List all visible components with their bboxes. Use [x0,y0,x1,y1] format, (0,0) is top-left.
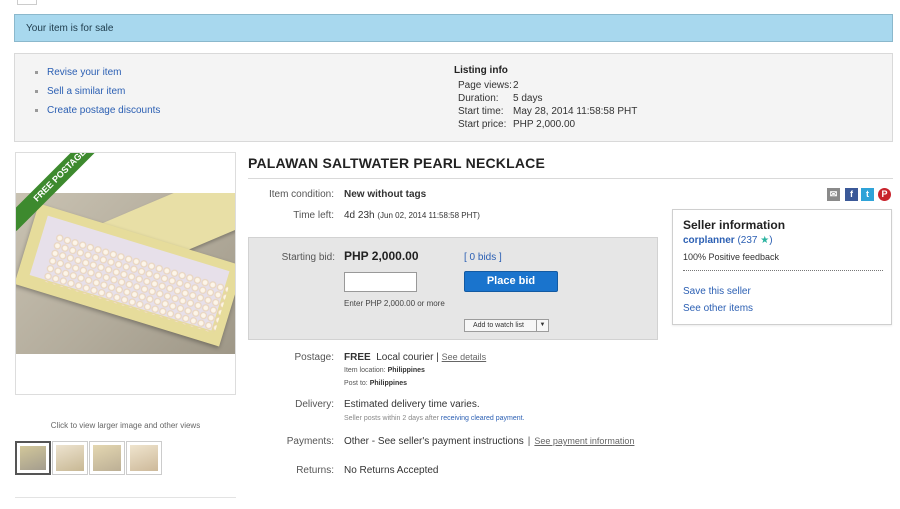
top-tab [17,0,37,5]
returns-value: No Returns Accepted [344,465,439,476]
postage-value: FREE Local courier | See details [344,352,487,363]
postage-discounts-link[interactable]: Create postage discounts [35,104,160,123]
facebook-icon[interactable]: f [845,188,858,201]
listing-info-row: Start time: May 28, 2014 11:58:58 PHT [458,106,638,117]
image-caption: Click to view larger image and other vie… [50,421,201,430]
seller-info-title: Seller information [683,218,786,232]
chevron-down-icon[interactable]: ▼ [536,319,548,332]
listing-info: Listing info Page views: 2 Duration: 5 day… [454,65,637,131]
thumbnail-3[interactable] [89,441,125,475]
see-details-link[interactable]: See details [442,352,487,362]
positive-feedback: 100% Positive feedback [683,252,780,262]
divider [683,270,883,271]
cleared-payment-link[interactable]: receiving cleared payment. [441,415,525,422]
starting-bid-label: Starting bid: [281,252,335,263]
delivery-label: Delivery: [295,399,334,410]
payment-information-link[interactable]: See payment information [534,436,634,446]
delivery-value: Estimated delivery time varies. [344,399,480,410]
pearl-necklace-photo [16,193,235,354]
item-location: Item location: Philippines [344,367,425,374]
twitter-icon[interactable]: t [861,188,874,201]
returns-label: Returns: [296,465,334,476]
postage-label: Postage: [294,352,334,363]
delivery-note: Seller posts within 2 days after receivi… [344,415,525,422]
thumbnail-2[interactable] [52,441,88,475]
pinterest-icon[interactable]: P [878,188,891,201]
main-item-image[interactable]: FREE POSTAGE [15,152,236,395]
save-seller-link[interactable]: Save this seller [683,286,751,297]
starting-bid-price: PHP 2,000.00 [344,249,419,263]
bid-amount-input[interactable] [344,272,417,292]
bullet-icon [35,109,38,112]
add-to-watch-list-button[interactable]: Add to watch list ▼ [464,319,549,332]
thumbnail-strip [15,441,162,475]
bid-hint: Enter PHP 2,000.00 or more [344,299,445,308]
seller-name-link[interactable]: corplanner [683,235,735,246]
payments-value: Other - See seller's payment instruction… [344,436,635,447]
bullet-icon [35,90,38,93]
place-bid-button[interactable]: Place bid [464,271,558,292]
star-icon: ★ [760,235,770,246]
item-title: PALAWAN SALTWATER PEARL NECKLACE [248,155,546,171]
bullet-icon [35,71,38,74]
time-left-label: Time left: [293,210,334,221]
post-to: Post to: Philippines [344,380,408,387]
revise-item-link[interactable]: Revise your item [35,66,160,85]
sale-status-banner: Your item is for sale [14,14,893,42]
divider [15,497,236,498]
bid-count-link[interactable]: [ 0 bids ] [464,252,502,263]
seller-info-panel: Seller information corplanner (237 ★) 10… [672,209,892,325]
sale-status-text: Your item is for sale [26,23,114,34]
listing-info-row: Duration: 5 days [458,93,543,104]
mail-icon[interactable]: ✉ [827,188,840,201]
time-left-detail: (Jun 02, 2014 11:58:58 PHT) [377,211,480,220]
listing-info-row: Page views: 2 [458,80,519,91]
other-items-link[interactable]: See other items [683,303,753,314]
listing-panel: Revise your item Sell a similar item Cre… [14,53,893,142]
condition-value: New without tags [344,189,427,200]
condition-label: Item condition: [268,189,334,200]
time-left-value: 4d 23h (Jun 02, 2014 11:58:58 PHT) [344,210,480,221]
sell-similar-link[interactable]: Sell a similar item [35,85,160,104]
thumbnail-4[interactable] [126,441,162,475]
thumbnail-1[interactable] [15,441,51,475]
seller-actions-list: Revise your item Sell a similar item Cre… [35,66,160,123]
payments-label: Payments: [286,436,334,447]
divider [248,178,893,179]
listing-info-row: Start price: PHP 2,000.00 [458,119,576,130]
listing-info-title: Listing info [454,65,508,76]
feedback-score[interactable]: (237 ★) [737,235,772,246]
seller-name-row: corplanner (237 ★) [683,235,773,246]
bid-panel: Starting bid: PHP 2,000.00 [ 0 bids ] Pl… [248,237,658,340]
